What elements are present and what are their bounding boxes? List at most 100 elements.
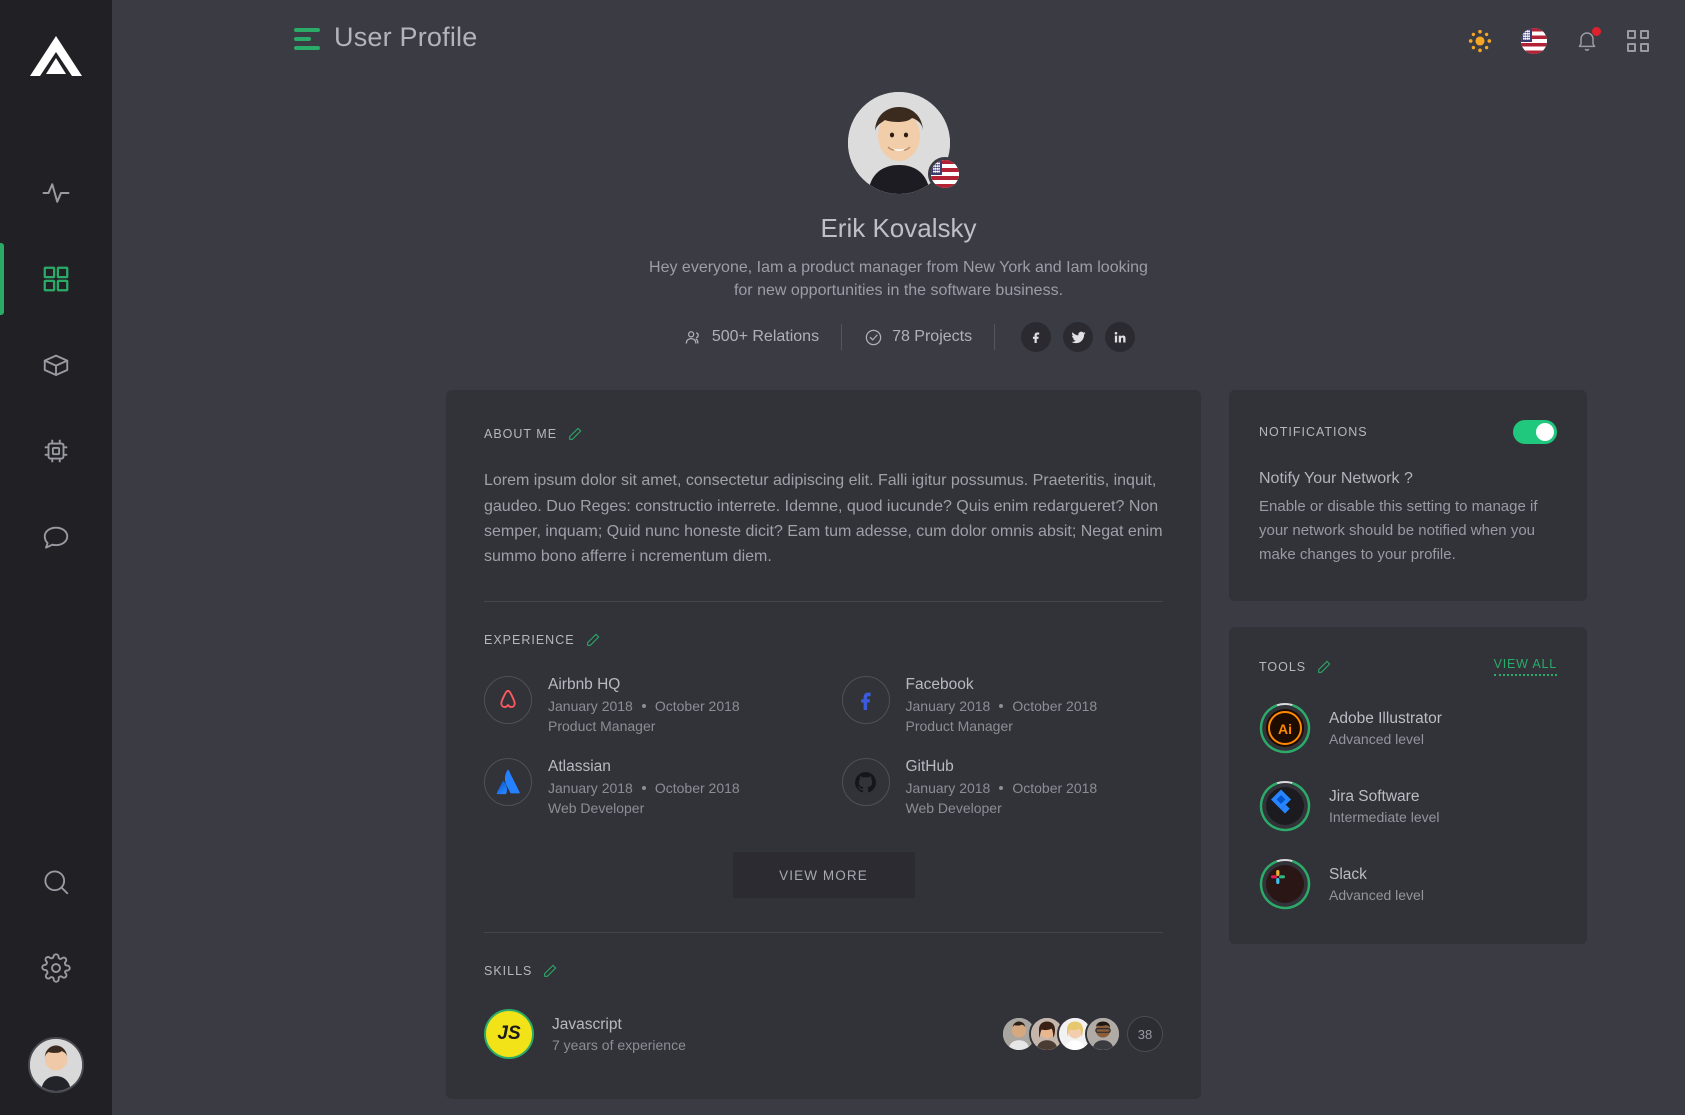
skills-section-title: SKILLS bbox=[484, 964, 533, 979]
sidebar-bottom bbox=[0, 839, 112, 1115]
experience-section-header: EXPERIENCE bbox=[484, 632, 1163, 648]
pencil-edit-icon[interactable] bbox=[567, 426, 583, 442]
stat-relations[interactable]: 500+ Relations bbox=[662, 328, 841, 347]
skill-endorsers: 38 bbox=[1001, 1016, 1163, 1053]
experience-dates: January 2018 October 2018 bbox=[906, 780, 1098, 796]
experience-end: October 2018 bbox=[654, 780, 740, 797]
social-links bbox=[1021, 322, 1136, 353]
separator-dot-icon bbox=[641, 786, 646, 791]
about-section-header: ABOUT ME bbox=[484, 426, 1163, 442]
javascript-badge-icon: JS bbox=[484, 1009, 534, 1060]
tools-card-title: TOOLS bbox=[1259, 659, 1307, 674]
skill-info: Javascript 7 years of experience bbox=[552, 1016, 686, 1053]
sidebar-user-avatar[interactable] bbox=[28, 1037, 84, 1093]
grid-apps-icon-cell bbox=[1627, 30, 1636, 39]
experience-item[interactable]: Airbnb HQ January 2018 October 2018 Prod… bbox=[484, 676, 806, 734]
tools-card-header: TOOLS VIEW ALL bbox=[1259, 657, 1557, 677]
notifications-card-title: NOTIFICATIONS bbox=[1259, 425, 1368, 440]
social-facebook-button[interactable] bbox=[1021, 322, 1052, 353]
sidebar-item-messages[interactable] bbox=[0, 494, 112, 580]
endorser-avatar[interactable] bbox=[1085, 1016, 1121, 1053]
pencil-edit-glyph bbox=[569, 428, 582, 441]
tool-item[interactable]: Slack Advanced level bbox=[1259, 858, 1557, 910]
profile-name: Erik Kovalsky bbox=[820, 213, 977, 243]
grid-apps-icon-cell bbox=[1640, 30, 1649, 39]
tool-item[interactable]: Ai Adobe Illustrator Advanced level bbox=[1259, 702, 1557, 754]
endorsers-more-count[interactable]: 38 bbox=[1127, 1016, 1163, 1053]
experience-list: Airbnb HQ January 2018 October 2018 Prod… bbox=[484, 676, 1163, 816]
about-text: Lorem ipsum dolor sit amet, consectetur … bbox=[484, 472, 1163, 566]
experience-role: Product Manager bbox=[548, 718, 656, 735]
pencil-edit-icon[interactable] bbox=[542, 963, 558, 979]
tool-name: Slack bbox=[1329, 865, 1367, 883]
theme-toggle-button[interactable] bbox=[1467, 28, 1493, 54]
chip-processor-icon bbox=[44, 439, 68, 463]
sidebar bbox=[0, 0, 112, 1115]
us-flag-icon bbox=[1521, 28, 1547, 54]
tools-title-group: TOOLS bbox=[1259, 659, 1332, 675]
sidebar-nav bbox=[0, 150, 112, 580]
right-column: NOTIFICATIONS Notify Your Network ? Enab… bbox=[1229, 390, 1587, 945]
pencil-edit-glyph bbox=[1318, 660, 1331, 673]
sidebar-item-activity[interactable] bbox=[0, 150, 112, 236]
pencil-edit-glyph bbox=[586, 634, 599, 647]
sidebar-item-packages[interactable] bbox=[0, 322, 112, 408]
us-flag-icon bbox=[930, 160, 959, 188]
search-icon bbox=[44, 870, 69, 895]
toggle-knob bbox=[1536, 423, 1554, 442]
experience-dates: January 2018 October 2018 bbox=[548, 780, 740, 796]
sidebar-item-devices[interactable] bbox=[0, 408, 112, 494]
social-linkedin-button[interactable] bbox=[1105, 322, 1136, 353]
experience-company: Airbnb HQ bbox=[548, 676, 621, 694]
tool-info: Jira Software Intermediate level bbox=[1329, 788, 1440, 825]
notifications-button[interactable] bbox=[1575, 27, 1601, 54]
experience-item[interactable]: Facebook January 2018 October 2018 Produ… bbox=[841, 676, 1164, 734]
experience-start: January 2018 bbox=[548, 698, 633, 715]
separator-dot-icon bbox=[999, 786, 1004, 791]
stat-projects[interactable]: 78 Projects bbox=[842, 328, 994, 347]
topbar: User Profile bbox=[112, 0, 1685, 82]
experience-end: October 2018 bbox=[1012, 698, 1098, 715]
box-cube-icon bbox=[43, 354, 69, 376]
avatar-portrait bbox=[30, 1039, 82, 1091]
notification-badge-dot bbox=[1592, 27, 1601, 36]
check-circle-icon bbox=[865, 329, 882, 346]
sidebar-item-search[interactable] bbox=[0, 839, 112, 925]
notifications-toggle[interactable] bbox=[1513, 420, 1557, 445]
people-icon bbox=[685, 331, 699, 344]
notifications-question: Notify Your Network ? bbox=[1259, 470, 1413, 488]
notifications-card-header: NOTIFICATIONS bbox=[1259, 420, 1557, 445]
notifications-description: Enable or disable this setting to manage… bbox=[1259, 498, 1538, 564]
view-all-link[interactable]: VIEW ALL bbox=[1493, 657, 1557, 677]
social-twitter-button[interactable] bbox=[1063, 322, 1094, 353]
profile-stats: 500+ Relations 78 Projects bbox=[112, 322, 1685, 353]
atlassian-logo-icon bbox=[484, 758, 532, 807]
apps-menu-button[interactable] bbox=[1627, 30, 1649, 52]
pencil-edit-icon[interactable] bbox=[585, 632, 601, 648]
sidebar-item-dashboard[interactable] bbox=[0, 236, 112, 322]
experience-end: October 2018 bbox=[654, 698, 740, 715]
facebook-logo-icon bbox=[841, 676, 890, 725]
adobe-illustrator-icon: Ai bbox=[1266, 709, 1304, 748]
tool-item[interactable]: Jira Software Intermediate level bbox=[1259, 780, 1557, 832]
hamburger-menu-icon[interactable] bbox=[294, 28, 320, 55]
app-logo[interactable] bbox=[25, 26, 87, 88]
skill-name: Javascript bbox=[552, 1015, 622, 1033]
grid-apps-icon-cell bbox=[1627, 43, 1636, 52]
experience-company: Atlassian bbox=[548, 758, 611, 776]
illustrator-glyph: Ai bbox=[1266, 709, 1304, 748]
experience-item[interactable]: Atlassian January 2018 October 2018 Web … bbox=[484, 758, 806, 816]
skill-item[interactable]: JS Javascript 7 years of experience 38 bbox=[484, 1009, 1163, 1060]
tool-progress-ring bbox=[1259, 780, 1311, 832]
tool-progress-ring bbox=[1259, 858, 1311, 910]
activity-pulse-icon bbox=[42, 183, 70, 203]
avatar-portrait bbox=[1087, 1018, 1119, 1051]
experience-role: Web Developer bbox=[905, 800, 1002, 817]
language-selector-button[interactable] bbox=[1521, 28, 1547, 54]
sidebar-item-settings[interactable] bbox=[0, 925, 112, 1011]
view-more-button[interactable]: VIEW MORE bbox=[732, 852, 915, 899]
experience-item[interactable]: GitHub January 2018 October 2018 Web Dev… bbox=[841, 758, 1164, 817]
about-section-title: ABOUT ME bbox=[484, 427, 558, 442]
profile-details-card: ABOUT ME Lorem ipsum dolor sit amet, con… bbox=[446, 390, 1201, 1100]
pencil-edit-icon[interactable] bbox=[1316, 659, 1332, 675]
